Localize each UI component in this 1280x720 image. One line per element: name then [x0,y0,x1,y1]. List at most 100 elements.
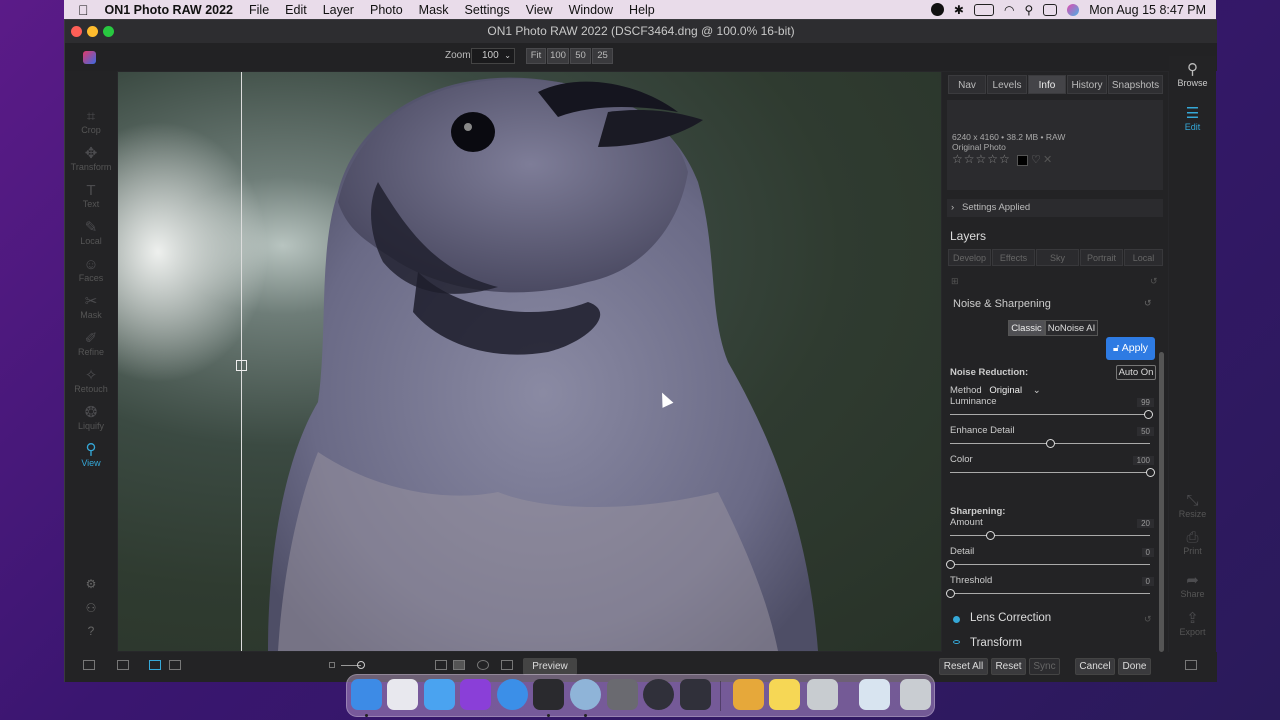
bluetooth-icon[interactable]: ✱ [954,3,964,17]
menu-app-name[interactable]: ON1 Photo RAW 2022 [99,3,242,17]
tool-retouch[interactable]: ✧ Retouch [65,368,117,395]
amount-slider-knob[interactable] [986,531,995,540]
layer-tab-local[interactable]: Local [1124,249,1163,266]
tool-liquify[interactable]: ❂ Liquify [65,405,117,432]
luminance-slider-knob[interactable] [1144,410,1153,419]
tab-history[interactable]: History [1067,75,1107,94]
tool-refine[interactable]: ✐ Refine [65,331,117,358]
safari-icon[interactable] [497,679,528,710]
reset-button[interactable]: Reset [991,658,1026,675]
aperture-icon[interactable] [807,679,838,710]
enhance-detail-slider-knob[interactable] [1046,439,1055,448]
crop-overlay-icon[interactable] [435,660,447,670]
photo-booth-icon[interactable] [607,679,638,710]
reset-all-button[interactable]: Reset All [939,658,988,675]
zoom-25-button[interactable]: 25 [592,48,613,64]
edit-module[interactable]: ☰ Edit [1169,106,1216,133]
layer-tab-sky[interactable]: Sky [1036,249,1079,266]
quicktime-icon[interactable] [570,679,601,710]
zoom-slider-knob[interactable] [357,661,365,669]
control-center-icon[interactable] [1043,3,1058,16]
enhance-detail-value[interactable]: 50 [1137,427,1154,436]
transform-enabled-icon[interactable] [953,640,960,644]
user-icon[interactable]: ⚇ [65,601,117,615]
check-overlay-icon[interactable] [501,660,513,670]
davinci-icon[interactable] [680,679,711,710]
lens-correction-section[interactable]: Lens Correction [970,612,1051,624]
amount-value[interactable]: 20 [1137,519,1154,528]
menu-file[interactable]: File [241,3,277,17]
settings-applied-row[interactable]: › Settings Applied [947,199,1163,217]
tab-info[interactable]: Info [1028,75,1066,94]
menu-clock[interactable]: Mon Aug 15 8:47 PM [1089,3,1206,17]
luminance-value[interactable]: 99 [1137,398,1154,407]
zoom-select[interactable]: 100 ⌄ [471,48,515,64]
zoom-100-button[interactable]: 100 [547,48,569,64]
record-icon[interactable] [930,3,944,16]
reject-icon[interactable]: ✕ [1043,153,1052,166]
detail-value[interactable]: 0 [1141,548,1154,557]
layer-options-icon[interactable]: ⊞ [951,276,959,287]
menu-help[interactable]: Help [621,3,663,17]
cancel-button[interactable]: Cancel [1075,658,1115,675]
zoom-window-icon[interactable] [103,26,114,37]
tab-levels[interactable]: Levels [987,75,1027,94]
tool-crop[interactable]: ⌗ Crop [65,109,117,136]
tool-text[interactable]: T Text [65,183,117,210]
preview-icon[interactable] [859,679,890,710]
classic-mode-button[interactable]: Classic [1008,320,1045,336]
apply-button[interactable]: 🔓︎ Apply [1106,337,1155,360]
color-slider-track[interactable] [950,472,1150,473]
color-label-swatch[interactable] [1017,155,1028,166]
sync-button[interactable]: Sync [1029,658,1060,675]
notes-icon[interactable] [769,679,800,710]
noise-sharpening-title[interactable]: Noise & Sharpening [953,298,1051,310]
layer-tab-develop[interactable]: Develop [948,249,991,266]
toggle-right-panel-icon[interactable] [1185,660,1197,670]
menu-settings[interactable]: Settings [457,3,518,17]
star-rating[interactable]: ☆☆☆☆☆ [952,152,1011,166]
apple-icon[interactable]:  [64,2,99,18]
tool-transform[interactable]: ✥ Transform [65,146,117,173]
heart-icon[interactable]: ♡ [1031,153,1041,166]
menu-edit[interactable]: Edit [277,3,315,17]
obs-icon[interactable] [643,679,674,710]
close-window-icon[interactable] [71,26,82,37]
detail-slider-knob[interactable] [946,560,955,569]
mask-overlay-icon[interactable] [477,660,489,670]
menu-photo[interactable]: Photo [362,3,411,17]
text-overlay-icon[interactable] [453,660,465,670]
browse-module[interactable]: ⚲ Browse [1169,62,1216,89]
filmstrip-icon[interactable] [117,660,129,670]
tab-snapshots[interactable]: Snapshots [1108,75,1163,94]
panel-scrollbar[interactable] [1159,352,1164,652]
compare-split-handle[interactable] [236,360,247,371]
reset-section-icon[interactable]: ↺ [1144,614,1152,625]
finder-icon[interactable] [351,679,382,710]
menu-mask[interactable]: Mask [411,3,457,17]
luminance-slider-track[interactable] [950,414,1150,415]
compare-view-icon[interactable] [169,660,181,670]
print-module[interactable]: ⎙ Print [1169,530,1216,557]
color-slider-knob[interactable] [1146,468,1155,477]
zoom-50-button[interactable]: 50 [570,48,591,64]
menu-layer[interactable]: Layer [315,3,362,17]
tab-nav[interactable]: Nav [948,75,986,94]
threshold-slider-knob[interactable] [946,589,955,598]
trash-icon[interactable] [900,679,931,710]
threshold-slider-track[interactable] [950,593,1150,594]
detail-slider-track[interactable] [950,564,1150,565]
help-icon[interactable]: ? [65,624,117,638]
export-module[interactable]: ⇪ Export [1169,611,1216,638]
toggle-left-panel-icon[interactable] [83,660,95,670]
siri-icon[interactable] [1067,3,1080,16]
battery-icon[interactable] [973,3,994,16]
nonoise-ai-button[interactable]: NoNoise AI [1045,320,1098,336]
resize-module[interactable]: ⤡ Resize [1169,493,1216,520]
share-module[interactable]: ➦ Share [1169,573,1216,600]
launchpad-icon[interactable] [387,679,418,710]
spotlight-search-icon[interactable]: ⚲ [1024,3,1033,17]
color-value[interactable]: 100 [1132,456,1154,465]
transform-section[interactable]: Transform [970,637,1022,650]
method-select[interactable]: Original [989,385,1022,396]
